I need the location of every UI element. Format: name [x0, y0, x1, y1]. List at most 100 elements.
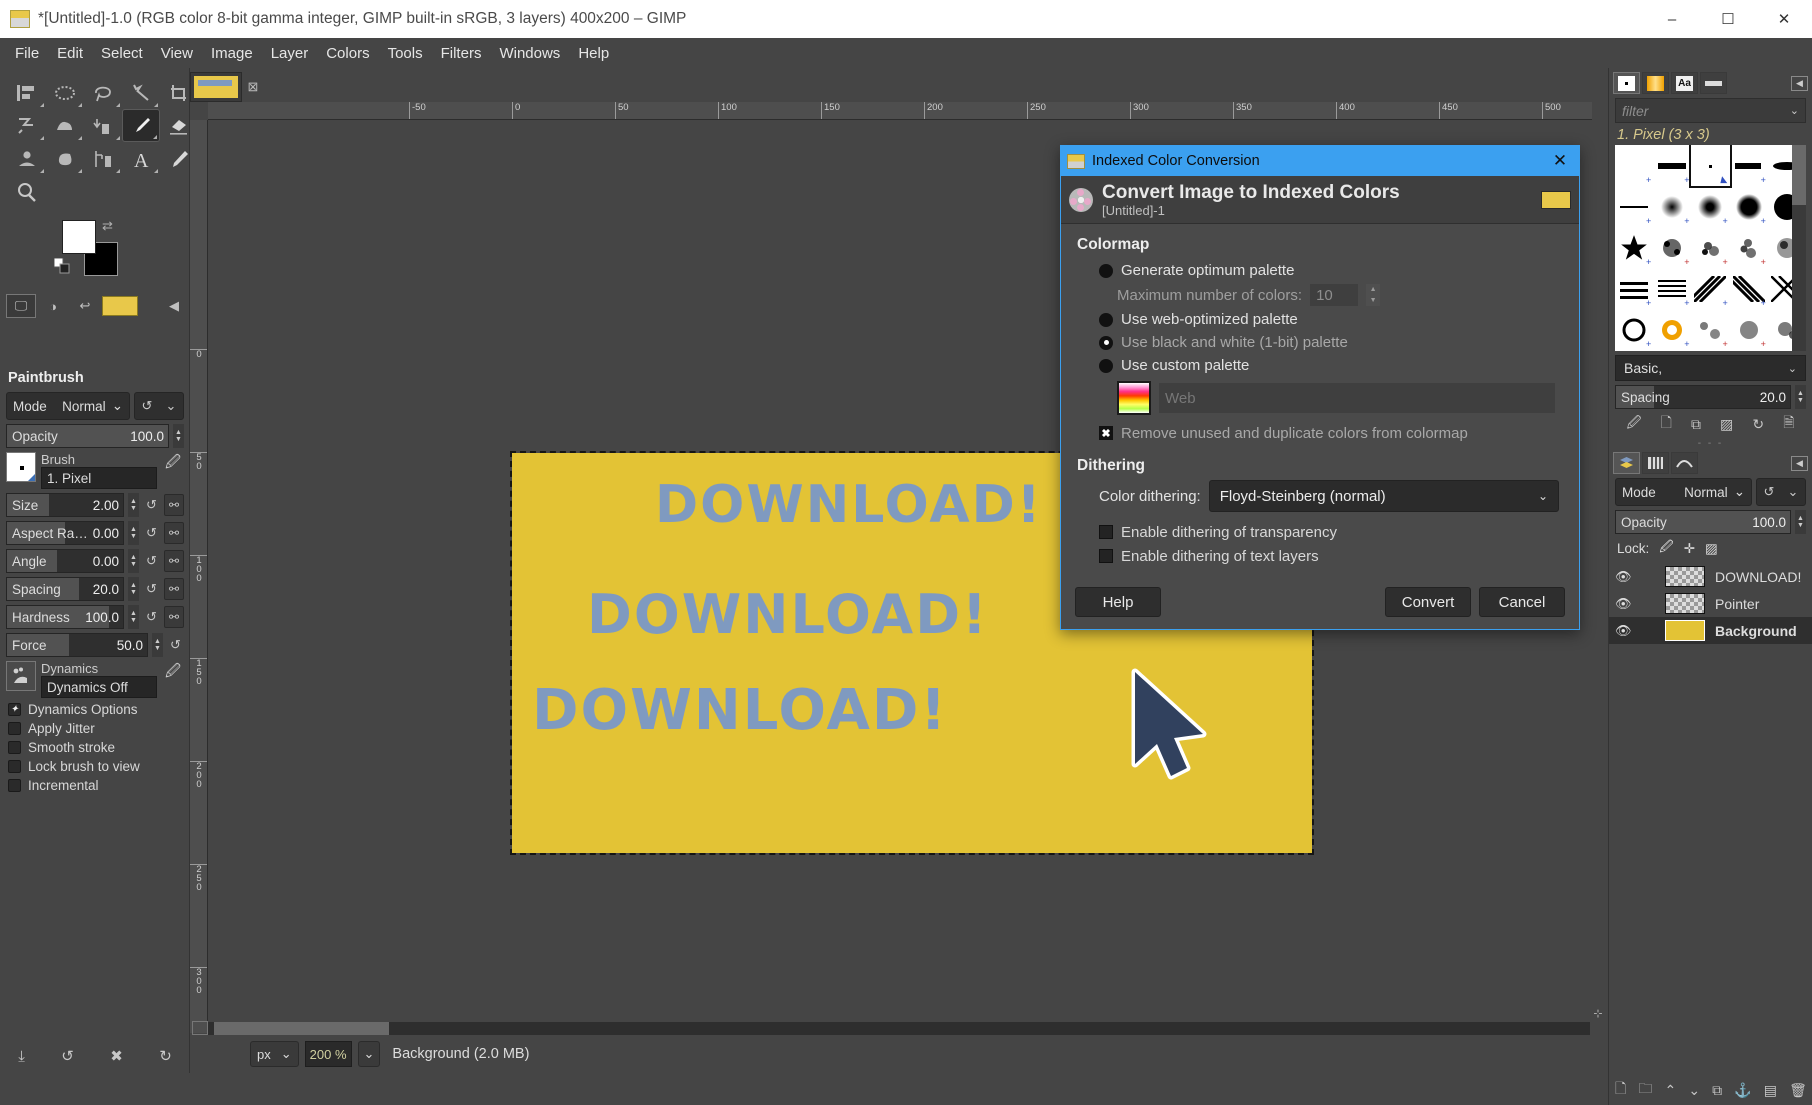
reset-tool-options-button[interactable]: ↺⌄ [134, 392, 184, 420]
layer-row-download[interactable]: 👁 DOWNLOAD! [1609, 563, 1812, 590]
brush-cell[interactable]: + [1691, 309, 1729, 350]
edit-brush-icon[interactable]: 🖉 [162, 452, 184, 477]
opacity-slider[interactable]: Opacity 100.0 [6, 424, 169, 448]
clone-tool-icon[interactable] [8, 142, 46, 175]
delete-layer-icon[interactable]: 🗑 [1789, 1082, 1807, 1099]
lock-aspect-ratio-icon[interactable]: ⚯ [164, 522, 184, 544]
blend-mode-select[interactable]: Mode Normal ⌄ [6, 392, 130, 420]
reset-angle-icon[interactable]: ↺ [143, 553, 160, 569]
layer-blend-mode-select[interactable]: Mode Normal ⌄ [1615, 478, 1752, 506]
max-colors-stepper[interactable]: ▲▼ [1366, 284, 1380, 306]
menu-filters[interactable]: Filters [432, 41, 491, 66]
layer-visibility-icon[interactable]: 👁 [1615, 623, 1641, 639]
edit-brush-icon[interactable]: 🖉 [1627, 412, 1642, 436]
option-generate-optimum-palette[interactable]: Generate optimum palette [1077, 259, 1563, 282]
maximize-button[interactable]: ☐ [1700, 0, 1756, 38]
lock-alpha-icon[interactable]: ▨ [1705, 541, 1718, 557]
color-dithering-select[interactable]: Floyd-Steinberg (normal) ⌄ [1209, 480, 1559, 512]
hardness-slider[interactable]: Hardness 100.0 [6, 605, 124, 629]
brush-preview[interactable] [6, 452, 36, 482]
dynamics-name-field[interactable]: Dynamics Off [41, 676, 157, 698]
menu-edit[interactable]: Edit [48, 41, 92, 66]
foreground-color-swatch[interactable] [62, 220, 96, 254]
restore-tool-preset-icon[interactable]: ↺ [61, 1047, 74, 1065]
brush-cell[interactable]: + [1615, 186, 1653, 227]
palette-swatch-icon[interactable] [1117, 381, 1151, 415]
lock-hardness-icon[interactable]: ⚯ [164, 606, 184, 628]
refresh-brushes-icon[interactable]: ↻ [1752, 416, 1764, 433]
force-slider[interactable]: Force 50.0 [6, 633, 148, 657]
aspect-ratio-stepper[interactable]: ▲▼ [128, 521, 139, 545]
reset-hardness-icon[interactable]: ↺ [143, 609, 160, 625]
paintbrush-tool-icon[interactable] [122, 109, 160, 142]
angle-stepper[interactable]: ▲▼ [128, 549, 139, 573]
horizontal-ruler[interactable]: -50050100150200250300350400450500550600 [208, 102, 1592, 120]
brush-cell[interactable]: + [1653, 309, 1691, 350]
brush-cell[interactable]: + [1653, 227, 1691, 268]
max-colors-input[interactable]: 10 [1310, 284, 1358, 306]
size-stepper[interactable]: ▲▼ [128, 493, 139, 517]
dynamics-options-check[interactable]: Dynamics Options [8, 702, 184, 717]
reset-force-icon[interactable]: ↺ [167, 637, 184, 653]
image-tab[interactable] [190, 72, 242, 102]
tab-channels[interactable] [1642, 452, 1669, 474]
new-brush-icon[interactable]: 🗋 [1661, 412, 1672, 436]
dither-transparency-check[interactable]: Enable dithering of transparency [1077, 520, 1563, 544]
anchor-layer-icon[interactable]: ⚓ [1734, 1082, 1751, 1099]
brush-grid-scrollbar[interactable] [1792, 145, 1806, 351]
close-button[interactable]: ✕ [1756, 0, 1812, 38]
layer-visibility-icon[interactable]: 👁 [1615, 596, 1641, 612]
lock-spacing-icon[interactable]: ⚯ [164, 578, 184, 600]
dynamics-preview[interactable] [6, 661, 36, 691]
brush-cell[interactable]: + [1730, 309, 1768, 350]
menu-select[interactable]: Select [92, 41, 152, 66]
layer-opacity-stepper[interactable]: ▲▼ [1795, 510, 1806, 534]
layer-row-background[interactable]: 👁 Background [1609, 617, 1812, 644]
brush-cell[interactable]: + [1730, 268, 1768, 309]
layer-visibility-icon[interactable]: 👁 [1615, 569, 1641, 585]
remove-unused-colors-check[interactable]: ✖ Remove unused and duplicate colors fro… [1077, 421, 1563, 445]
tab-layers[interactable] [1613, 452, 1640, 474]
new-group-icon[interactable]: 🗀 [1638, 1078, 1652, 1102]
menu-windows[interactable]: Windows [490, 41, 569, 66]
force-stepper[interactable]: ▲▼ [152, 633, 163, 657]
indexed-color-conversion-dialog[interactable]: Indexed Color Conversion ✕ Convert Image… [1060, 145, 1580, 630]
reset-colors-icon[interactable] [54, 258, 72, 281]
size-slider[interactable]: Size 2.00 [6, 493, 124, 517]
convert-button[interactable]: Convert [1385, 587, 1471, 617]
tab-patterns[interactable] [1700, 72, 1727, 94]
open-brush-as-image-icon[interactable]: 🗎 [1783, 412, 1794, 436]
vertical-ruler[interactable]: 050100150200250300350 [190, 120, 208, 1033]
image-thumbnail[interactable] [102, 296, 138, 316]
lock-size-icon[interactable]: ⚯ [164, 494, 184, 516]
brush-spacing-stepper[interactable]: ▲▼ [1795, 385, 1806, 409]
gradient-tool-icon[interactable] [84, 109, 122, 142]
apply-jitter-check[interactable]: Apply Jitter [8, 721, 184, 736]
scrollbar-thumb[interactable] [214, 1022, 389, 1035]
brush-cell[interactable]: + [1730, 145, 1768, 186]
quick-mask-toggle-icon[interactable] [192, 1021, 208, 1035]
text-tool-icon[interactable]: A [122, 142, 160, 175]
duplicate-brush-icon[interactable]: ⧉ [1691, 416, 1701, 433]
reset-all-tools-icon[interactable]: ↻ [159, 1047, 172, 1065]
spacing-slider[interactable]: Spacing 20.0 [6, 577, 124, 601]
cancel-button[interactable]: Cancel [1479, 587, 1565, 617]
transform-tool-icon[interactable] [8, 109, 46, 142]
brush-cell-selected[interactable]: ◣ [1691, 145, 1729, 186]
fuzzy-select-tool-icon[interactable] [122, 76, 160, 109]
angle-slider[interactable]: Angle 0.00 [6, 549, 124, 573]
brush-cell[interactable]: + [1691, 227, 1729, 268]
option-web-optimized-palette[interactable]: Use web-optimized palette [1077, 308, 1563, 331]
opacity-stepper[interactable]: ▲▼ [173, 424, 184, 448]
spacing-stepper[interactable]: ▲▼ [128, 577, 139, 601]
reset-size-icon[interactable]: ↺ [143, 497, 160, 513]
toolbox-menu-icon[interactable]: ◀ [159, 294, 189, 318]
brush-opacity-icon[interactable]: ◑ [38, 294, 68, 318]
ellipse-select-tool-icon[interactable] [46, 76, 84, 109]
duplicate-layer-icon[interactable]: ⧉ [1712, 1082, 1722, 1099]
close-tab-icon[interactable]: ⊠ [242, 72, 264, 102]
dock-separator[interactable]: - - - [1609, 439, 1812, 448]
brush-grid[interactable]: + + ◣ + + + + + + + + + + + + + + + + + … [1615, 145, 1806, 351]
hardness-stepper[interactable]: ▲▼ [128, 605, 139, 629]
minimize-button[interactable]: – [1644, 0, 1700, 38]
